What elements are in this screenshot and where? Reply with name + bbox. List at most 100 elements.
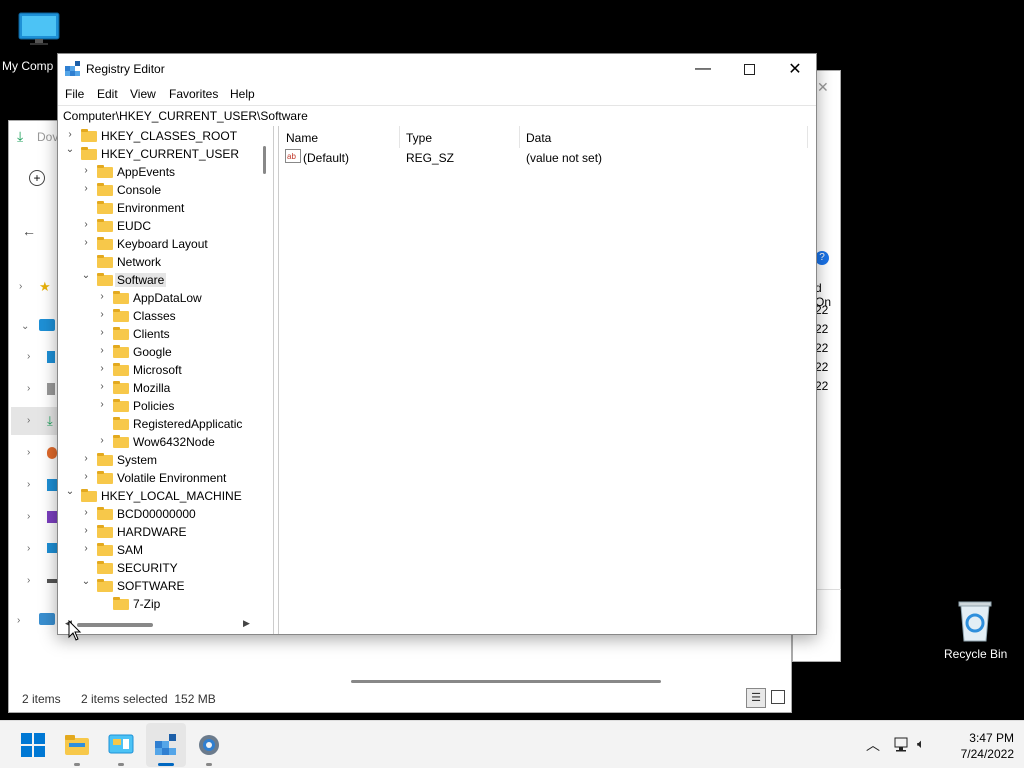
chevron-right-icon[interactable]: ›: [27, 479, 30, 490]
network-status-icon[interactable]: [892, 737, 910, 753]
selected-nav-item[interactable]: [11, 407, 61, 435]
chevron-right-icon[interactable]: ›: [27, 351, 30, 362]
tree-node[interactable]: › Wow6432Node: [59, 433, 258, 451]
chevron-right-icon[interactable]: ›: [27, 575, 30, 586]
tree-node[interactable]: 7-Zip: [59, 595, 258, 613]
chevron-right-icon[interactable]: ›: [27, 447, 30, 458]
chevron-right-icon[interactable]: ›: [65, 130, 75, 140]
chevron-right-icon[interactable]: ›: [81, 544, 91, 554]
tree-node[interactable]: › Console: [59, 181, 258, 199]
menu-file[interactable]: File: [65, 87, 84, 101]
column-divider[interactable]: [519, 126, 520, 148]
my-computer-icon[interactable]: [18, 12, 60, 46]
settings-gear-icon[interactable]: [195, 731, 223, 759]
chevron-down-icon[interactable]: ⌄: [81, 577, 91, 587]
pictures-icon[interactable]: [47, 479, 57, 491]
menu-edit[interactable]: Edit: [97, 87, 118, 101]
chevron-right-icon[interactable]: ›: [81, 184, 91, 194]
chevron-right-icon[interactable]: ›: [81, 454, 91, 464]
tree-vertical-scrollbar[interactable]: [258, 126, 273, 616]
tree-node[interactable]: ⌄ Software: [59, 271, 258, 289]
chevron-right-icon[interactable]: ›: [97, 400, 107, 410]
tree-node[interactable]: › HARDWARE: [59, 523, 258, 541]
windows-drive-icon[interactable]: [47, 543, 57, 553]
volume-icon[interactable]: 🔈︎: [917, 736, 925, 752]
chevron-right-icon[interactable]: ›: [81, 166, 91, 176]
desktop-folder-icon[interactable]: [47, 351, 55, 363]
chevron-right-icon[interactable]: ›: [81, 220, 91, 230]
videos-icon[interactable]: [47, 511, 57, 523]
start-button[interactable]: [19, 731, 47, 759]
chevron-right-icon[interactable]: ›: [19, 281, 22, 292]
tree-node[interactable]: › Mozilla: [59, 379, 258, 397]
star-icon[interactable]: ★: [39, 279, 51, 295]
minimize-button[interactable]: —: [680, 54, 726, 84]
chevron-right-icon[interactable]: ›: [27, 415, 30, 426]
documents-folder-icon[interactable]: [47, 383, 55, 395]
file-explorer-taskbar-icon[interactable]: [63, 731, 91, 759]
details-view-icon[interactable]: ☰: [746, 688, 766, 708]
menu-view[interactable]: View: [130, 87, 156, 101]
registry-editor-taskbar-icon[interactable]: [152, 731, 180, 759]
recycle-bin-label[interactable]: Recycle Bin: [944, 647, 1007, 661]
chevron-right-icon[interactable]: ›: [81, 526, 91, 536]
address-path[interactable]: Computer\HKEY_CURRENT_USER\Software: [63, 109, 308, 123]
music-icon[interactable]: [47, 447, 57, 459]
tree-node[interactable]: RegisteredApplicatic: [59, 415, 258, 433]
chevron-right-icon[interactable]: ›: [81, 508, 91, 518]
scroll-right-icon[interactable]: ▶: [243, 618, 250, 629]
tree-node[interactable]: › AppDataLow: [59, 289, 258, 307]
tree-node[interactable]: › BCD00000000: [59, 505, 258, 523]
chevron-right-icon[interactable]: ›: [97, 328, 107, 338]
chevron-down-icon[interactable]: ⌄: [65, 487, 75, 497]
chevron-right-icon[interactable]: ›: [97, 436, 107, 446]
tree-node[interactable]: ⌄ HKEY_LOCAL_MACHINE: [59, 487, 258, 505]
column-divider[interactable]: [399, 126, 400, 148]
tree-node[interactable]: ⌄ SOFTWARE: [59, 577, 258, 595]
control-panel-taskbar-icon[interactable]: [107, 731, 135, 759]
close-icon[interactable]: ✕: [817, 79, 829, 96]
tree-node[interactable]: › Clients: [59, 325, 258, 343]
chevron-down-icon[interactable]: ⌄: [65, 145, 75, 155]
chevron-right-icon[interactable]: ›: [27, 383, 30, 394]
chevron-right-icon[interactable]: ›: [17, 615, 20, 626]
tree-node[interactable]: › Google: [59, 343, 258, 361]
column-name-header[interactable]: Name: [286, 131, 318, 145]
tree-node[interactable]: › AppEvents: [59, 163, 258, 181]
downloads-icon[interactable]: ⤓: [47, 413, 53, 429]
help-icon[interactable]: ?: [815, 251, 829, 265]
scroll-thumb[interactable]: [77, 623, 153, 627]
back-arrow-icon[interactable]: ←: [22, 223, 36, 239]
clock[interactable]: 3:47 PM 7/24/2022: [944, 730, 1014, 762]
tree-node[interactable]: Network: [59, 253, 258, 271]
column-divider[interactable]: [807, 126, 808, 148]
chevron-right-icon[interactable]: ›: [27, 511, 30, 522]
chevron-right-icon[interactable]: ›: [97, 292, 107, 302]
tree-horizontal-scrollbar[interactable]: ◀ ▶: [59, 616, 258, 632]
scroll-thumb[interactable]: [263, 146, 266, 174]
tree-node[interactable]: › System: [59, 451, 258, 469]
chevron-right-icon[interactable]: ›: [81, 472, 91, 482]
tree-node[interactable]: ⌄ HKEY_CURRENT_USER: [59, 145, 258, 163]
tree-node[interactable]: › Volatile Environment: [59, 469, 258, 487]
tree-node[interactable]: › Keyboard Layout: [59, 235, 258, 253]
tree-node[interactable]: › EUDC: [59, 217, 258, 235]
tree-node[interactable]: Environment: [59, 199, 258, 217]
chevron-down-icon[interactable]: ⌄: [21, 321, 29, 332]
chevron-right-icon[interactable]: ›: [97, 364, 107, 374]
chevron-right-icon[interactable]: ›: [97, 310, 107, 320]
column-type-header[interactable]: Type: [406, 131, 432, 145]
chevron-right-icon[interactable]: ›: [27, 543, 30, 554]
maximize-button[interactable]: [726, 54, 772, 84]
tree-node[interactable]: › SAM: [59, 541, 258, 559]
drive-icon[interactable]: [47, 579, 57, 583]
tree-node[interactable]: › HKEY_CLASSES_ROOT: [59, 127, 258, 145]
value-row[interactable]: ab (Default) REG_SZ (value not set): [279, 148, 815, 166]
chevron-up-icon[interactable]: ︿: [866, 735, 880, 755]
address-bar[interactable]: Computer\HKEY_CURRENT_USER\Software: [58, 105, 816, 125]
horizontal-scrollbar[interactable]: [351, 680, 661, 683]
chevron-right-icon[interactable]: ›: [97, 346, 107, 356]
chevron-right-icon[interactable]: ›: [81, 238, 91, 248]
close-button[interactable]: ✕: [772, 54, 818, 84]
chevron-right-icon[interactable]: ›: [97, 382, 107, 392]
